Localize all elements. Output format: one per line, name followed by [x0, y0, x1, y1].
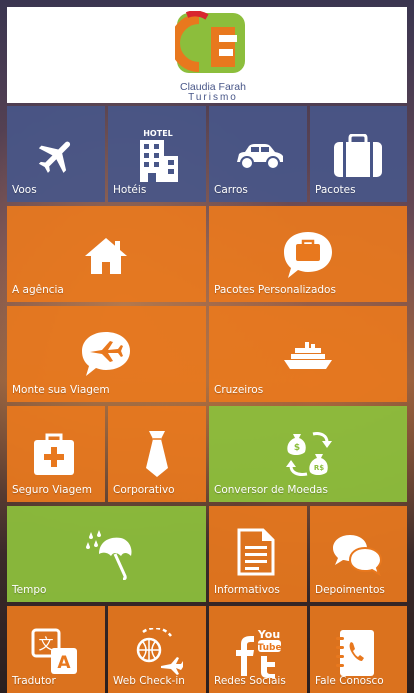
- tile-label: Conversor de Moedas: [214, 484, 328, 496]
- tile-label: Tradutor: [12, 675, 56, 687]
- tile-label: Pacotes: [315, 184, 356, 196]
- tile-label: Monte sua Viagem: [12, 384, 110, 396]
- tile-label: A agência: [12, 284, 64, 296]
- tile-label: Fale Conosco: [315, 675, 384, 687]
- umbrella-rain-icon: [86, 530, 132, 580]
- tile-depoimentos[interactable]: Depoimentos: [310, 506, 407, 602]
- tile-hoteis[interactable]: HOTEL Hotéis: [108, 106, 206, 202]
- tile-tradutor[interactable]: 文 A Tradutor: [7, 606, 105, 693]
- tile-monte-sua-viagem[interactable]: Monte sua Viagem: [7, 306, 206, 402]
- tile-label: Informativos: [214, 584, 280, 596]
- brand-logo[interactable]: Claudia Farah Turismo: [170, 10, 251, 103]
- chat-bubbles-icon: [333, 535, 382, 576]
- tile-carros[interactable]: Carros: [209, 106, 307, 202]
- svg-text:Tube: Tube: [257, 643, 281, 653]
- suitcase-chat-icon: [284, 232, 332, 278]
- tile-a-agencia[interactable]: A agência: [7, 206, 206, 302]
- tile-informativos[interactable]: Informativos: [209, 506, 307, 602]
- airplane-icon: [38, 141, 71, 173]
- tile-label: Tempo: [12, 584, 47, 596]
- tile-label: Voos: [12, 184, 37, 196]
- tile-conversor-de-moedas[interactable]: $ R$ Conversor de Moedas: [209, 406, 407, 502]
- tile-label: Seguro Viagem: [12, 484, 92, 496]
- tie-icon: [146, 431, 168, 477]
- tile-pacotes[interactable]: Pacotes: [310, 106, 407, 202]
- tile-label: Corporativo: [113, 484, 175, 496]
- ship-icon: [284, 342, 332, 369]
- tile-redes-sociais[interactable]: You Tube Redes Sociais: [209, 606, 307, 693]
- phone-book-icon: [336, 630, 374, 676]
- tile-label: Redes Sociais: [214, 675, 286, 687]
- tile-pacotes-personalizados[interactable]: Pacotes Personalizados: [209, 206, 407, 302]
- tile-label: Hotéis: [113, 184, 147, 196]
- svg-text:$: $: [294, 443, 300, 453]
- first-aid-kit-icon: [34, 433, 74, 475]
- svg-text:You: You: [257, 628, 280, 641]
- social-icon: You Tube: [236, 628, 282, 678]
- airplane-chat-icon: [82, 332, 130, 376]
- home-icon: [85, 238, 127, 274]
- document-icon: [237, 528, 275, 576]
- tile-voos[interactable]: Voos: [7, 106, 105, 202]
- tile-web-check-in[interactable]: Web Check-in: [108, 606, 206, 693]
- tile-label: Pacotes Personalizados: [214, 284, 336, 296]
- translate-letter: A: [57, 653, 71, 673]
- tile-corporativo[interactable]: Corporativo: [108, 406, 206, 502]
- tile-fale-conosco[interactable]: Fale Conosco: [310, 606, 407, 693]
- tile-tempo[interactable]: Tempo: [7, 506, 206, 602]
- tile-cruzeiros[interactable]: Cruzeiros: [209, 306, 407, 402]
- tile-seguro-viagem[interactable]: Seguro Viagem: [7, 406, 105, 502]
- tile-label: Cruzeiros: [214, 384, 264, 396]
- app-header: Claudia Farah Turismo: [7, 7, 407, 103]
- tile-label: Web Check-in: [113, 675, 185, 687]
- globe-airplane-icon: [136, 628, 183, 675]
- tile-label: Depoimentos: [315, 584, 385, 596]
- tile-label: Carros: [214, 184, 248, 196]
- car-icon: [237, 144, 283, 170]
- hotel-sign-text: HOTEL: [143, 129, 173, 138]
- currency-exchange-icon: $ R$: [286, 432, 332, 476]
- currency-symbol: R$: [314, 464, 324, 472]
- brand-name-line2: Turismo: [188, 92, 238, 103]
- hotel-icon: HOTEL: [140, 129, 178, 182]
- suitcase-icon: [334, 134, 382, 177]
- translate-icon: 文 A: [31, 628, 77, 674]
